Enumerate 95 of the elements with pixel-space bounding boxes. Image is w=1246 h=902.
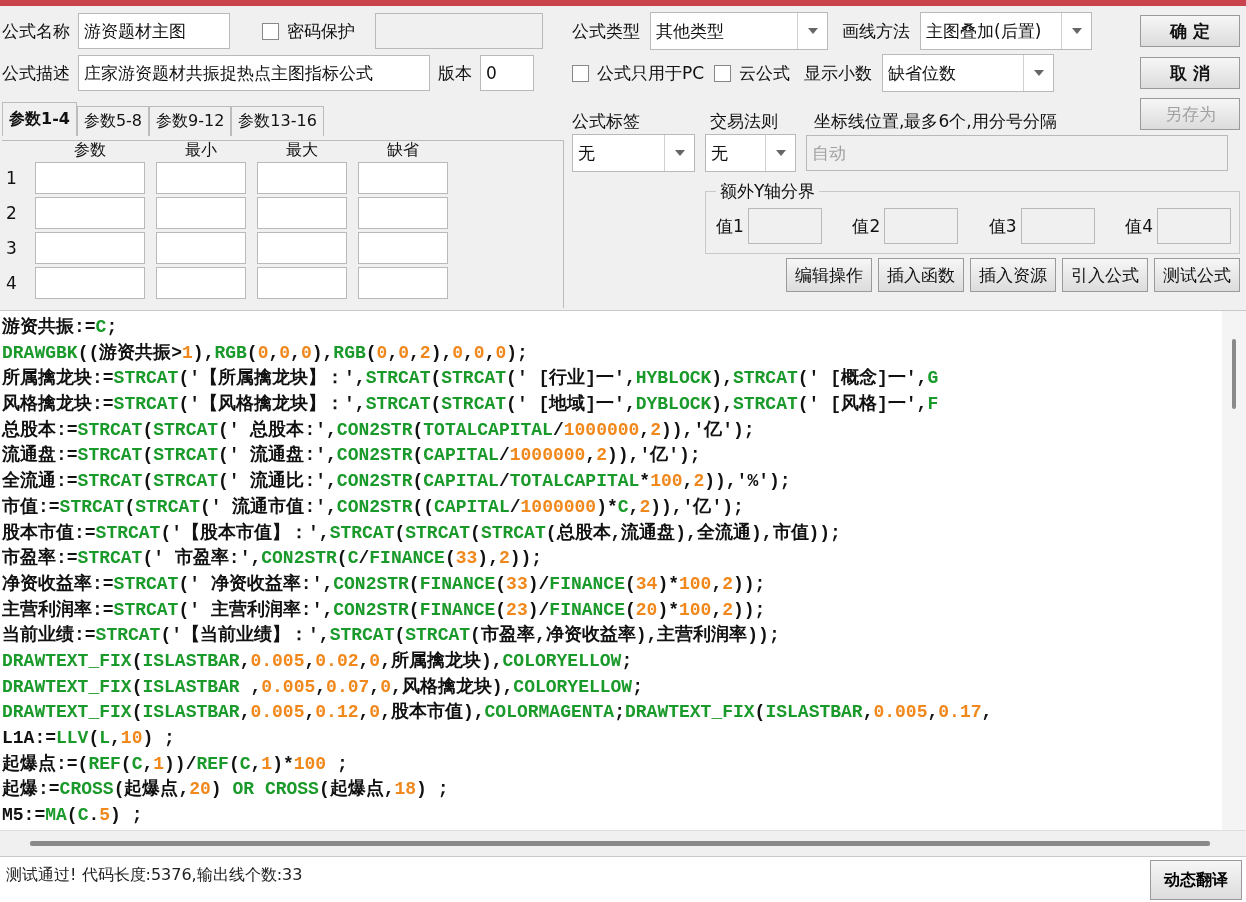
action-button[interactable]: 测试公式 xyxy=(1154,258,1240,292)
row-number: 3 xyxy=(6,237,18,260)
field-label: 值2 xyxy=(852,214,881,238)
param-field[interactable] xyxy=(358,267,448,299)
code-line: DRAWTEXT_FIX(ISLASTBAR,0.005,0.02,0,所属擒龙块),COLORYELLOW; xyxy=(2,649,634,673)
checkbox-label: 公式只用于PC xyxy=(597,61,705,85)
tab[interactable]: 参数5-8 xyxy=(76,106,150,136)
param-field[interactable] xyxy=(358,197,448,229)
field-label: 公式标签 xyxy=(572,110,641,133)
param-field[interactable] xyxy=(257,267,347,299)
translate-button[interactable]: 动态翻译 xyxy=(1150,860,1242,900)
field-label: 坐标线位置,最多6个,用分号分隔 xyxy=(814,110,1057,133)
field-label: 公式名称 xyxy=(2,19,70,43)
param-field[interactable] xyxy=(156,232,246,264)
code-line: M5:=MA(C.5) ; xyxy=(2,804,144,828)
action-button[interactable]: 插入函数 xyxy=(878,258,964,292)
code-line: 市值:=STRCAT(STRCAT(' 流通市值:',CON2STR((CAPITAL/1000000)*C,2)),'亿'); xyxy=(2,495,745,519)
code-line: 股本市值:=STRCAT('【股本市值】：',STRCAT(STRCAT(STRCAT(总股本,流通盘),全流通),市值)); xyxy=(2,521,842,545)
checkbox[interactable] xyxy=(572,64,589,82)
action-button[interactable]: 插入资源 xyxy=(970,258,1056,292)
checkbox[interactable] xyxy=(714,64,732,82)
code-line: L1A:=LLV(L,10) ; xyxy=(2,727,176,750)
param-field[interactable] xyxy=(358,232,448,264)
param-field[interactable] xyxy=(156,162,246,194)
column-header: 最小 xyxy=(184,141,218,159)
tab[interactable]: 参数9-12 xyxy=(149,106,232,136)
caret-icon xyxy=(674,150,685,156)
status-message: 测试通过! 代码长度:5376,输出线个数:33 xyxy=(5,864,304,886)
type-select[interactable]: 其他类型 xyxy=(650,12,828,50)
caret-icon xyxy=(807,28,818,34)
code-line: 当前业绩:=STRCAT('【当前业绩】：',STRCAT(STRCAT(市盈率,净资收益率),主营利润率)); xyxy=(2,623,781,648)
param-field[interactable] xyxy=(35,162,145,194)
code-line: 游资共振:=C; xyxy=(2,316,119,339)
value-field[interactable] xyxy=(884,208,959,244)
param-field[interactable] xyxy=(257,162,347,194)
param-field[interactable] xyxy=(257,232,347,264)
dialog-button[interactable]: 取 消 xyxy=(1140,57,1240,89)
checkbox[interactable] xyxy=(262,22,279,40)
tab[interactable]: 参数13-16 xyxy=(231,106,324,136)
field-label: 值1 xyxy=(716,214,744,238)
code-line: 全流通:=STRCAT(STRCAT(' 流通比:',CON2STR(CAPITAL/TOTALCAPITAL*100,2)),'%'); xyxy=(2,469,792,494)
code-line: 主营利润率:=STRCAT(' 主营利润率:',CON2STR(FINANCE(23)/FINANCE(20)*100,2)); xyxy=(2,598,767,622)
field-label: 值3 xyxy=(988,214,1017,238)
code-line: 流通盘:=STRCAT(STRCAT(' 流通盘:',CON2STR(CAPITAL/1000000,2)),'亿'); xyxy=(2,443,702,468)
param-field[interactable] xyxy=(156,267,246,299)
field-label: 交易法则 xyxy=(710,110,779,133)
field-label: 值4 xyxy=(1125,214,1153,238)
value-field[interactable] xyxy=(1020,208,1095,244)
caret-icon xyxy=(1071,28,1082,34)
field-label: 显示小数 xyxy=(804,61,873,85)
code-line: 总股本:=STRCAT(STRCAT(' 总股本:',CON2STR(TOTALCAPITAL/1000000,2)),'亿'); xyxy=(2,418,756,442)
param-field[interactable] xyxy=(156,197,246,229)
field-label: 公式类型 xyxy=(572,19,640,43)
description-field[interactable]: 庄家游资题材共振捉热点主图指标公式 xyxy=(78,55,430,91)
code-line: 起爆点:=(REF(C,1))/REF(C,1)*100 ; xyxy=(2,752,349,776)
row-number: 2 xyxy=(6,202,18,225)
column-header: 缺省 xyxy=(386,141,420,159)
param-field[interactable] xyxy=(35,232,145,264)
action-button[interactable]: 编辑操作 xyxy=(786,258,872,292)
caret-icon xyxy=(775,150,786,156)
vertical-scrollbar[interactable] xyxy=(1222,311,1246,830)
column-header: 最大 xyxy=(285,141,319,159)
code-line: 市盈率:=STRCAT(' 市盈率:',CON2STR(C/FINANCE(33),2)); xyxy=(2,546,544,571)
value-field[interactable] xyxy=(1157,208,1231,244)
code-line: DRAWTEXT_FIX(ISLASTBAR ,0.005,0.07,0,风格擒龙块),COLORYELLOW; xyxy=(2,675,644,699)
tag-select[interactable]: 无 xyxy=(572,134,695,172)
code-line: 起爆:=CROSS(起爆点,20) OR CROSS(起爆点,18) ; xyxy=(2,777,450,802)
field-label: 版本 xyxy=(438,61,472,85)
row-number: 1 xyxy=(6,167,18,190)
version-field[interactable]: 0 xyxy=(480,55,534,91)
checkbox-label: 密码保护 xyxy=(287,19,355,43)
action-button[interactable]: 引入公式 xyxy=(1062,258,1148,292)
field-label: 公式描述 xyxy=(2,61,70,85)
group-title: 额外Y轴分界 xyxy=(719,180,817,203)
column-header: 参数 xyxy=(73,141,107,159)
decimals-select[interactable]: 缺省位数 xyxy=(882,54,1055,92)
param-field[interactable] xyxy=(35,197,145,229)
code-line: 净资收益率:=STRCAT(' 净资收益率:',CON2STR(FINANCE(33)/FINANCE(34)*100,2)); xyxy=(2,572,767,596)
name-field[interactable]: 游资题材主图 xyxy=(78,13,230,49)
draw-method-select[interactable]: 主图叠加(后置) xyxy=(920,12,1092,50)
field-label: 画线方法 xyxy=(842,19,910,43)
caret-icon xyxy=(1033,70,1044,76)
code-line: DRAWGBK((游资共振>1),RGB(0,0,0),RGB(0,0,2),0,0,0); xyxy=(2,341,529,365)
code-line: 风格擒龙块:=STRCAT('【风格擒龙块】：',STRCAT(STRCAT(' [地域]一',DYBLOCK),STRCAT(' [风格]一',F xyxy=(2,392,940,417)
row-number: 4 xyxy=(6,272,18,295)
tab[interactable]: 参数1-4 xyxy=(2,102,77,136)
value-field[interactable] xyxy=(747,208,822,244)
code-line: DRAWTEXT_FIX(ISLASTBAR,0.005,0.12,0,股本市值),COLORMAGENTA;DRAWTEXT_FIX(ISLASTBAR,0.005,0.17, xyxy=(2,700,994,725)
param-field[interactable] xyxy=(257,197,347,229)
checkbox-label: 云公式 xyxy=(739,61,791,85)
code-line: 所属擒龙块:=STRCAT('【所属擒龙块】：',STRCAT(STRCAT(' [行业]一',HYBLOCK),STRCAT(' [概念]一',G xyxy=(2,366,940,391)
param-field[interactable] xyxy=(358,162,448,194)
param-field[interactable] xyxy=(35,267,145,299)
trade-rule-select[interactable]: 无 xyxy=(705,134,796,172)
dialog-button[interactable]: 确 定 xyxy=(1140,15,1240,47)
